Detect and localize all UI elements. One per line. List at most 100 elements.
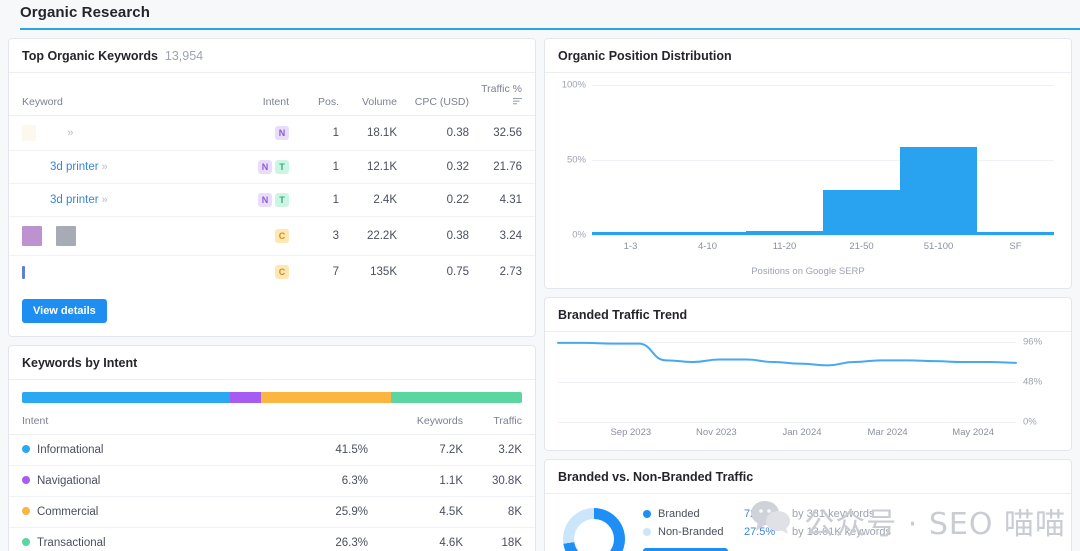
table-row[interactable]: 3d printer» NT 1 12.1K 0.32 21.76 [9,150,535,184]
card-title: Organic Position Distribution [558,49,732,63]
line-chart-x-axis: Sep 2023 Nov 2023 Jan 2024 Mar 2024 May 2024 [558,427,1016,438]
table-row[interactable]: » N 1 18.1K 0.38 32.56 [9,115,535,151]
intent-traffic-cell: 3.2K [463,434,535,466]
gridline [592,235,1054,236]
intent-segment [390,392,522,403]
y-axis-tick-label: 0% [1023,416,1037,428]
table-row[interactable]: Commercial 25.9% 4.5K 8K [9,496,535,528]
keywords-by-intent-header: Keywords by Intent [9,346,535,380]
cpc-cell: 0.75 [446,266,469,278]
keywords-by-intent-card: Keywords by Intent Intent Keywords Traff… [8,345,536,551]
top-organic-keywords-header: Top Organic Keywords 13,954 [9,39,535,73]
expand-chevron-icon[interactable]: » [102,194,108,206]
column-header-intent[interactable]: Intent [241,73,295,116]
view-details-button[interactable]: View details [22,299,107,323]
intent-cell: C [241,256,295,289]
bar-slot [900,85,977,235]
bar-21-50[interactable] [823,190,900,235]
x-axis-tick-label: SF [1009,241,1022,252]
sort-descending-icon[interactable] [513,96,522,108]
y-axis-tick-label: 48% [1023,376,1043,388]
column-header-traffic-label: Traffic % [481,83,522,95]
intent-segment [261,392,391,403]
keyword-count: 13,954 [164,49,204,63]
page-header: Organic Research [0,0,1080,30]
volume-cell: 22.2K [339,216,397,256]
keyword-cell[interactable] [9,216,241,256]
keywords-table: Keyword Intent Pos. Volume CPC (USD) Tra… [9,73,535,288]
traffic-cell: 21.76 [469,150,535,184]
legend-percent: 27.5% [744,526,776,538]
column-header-cpc[interactable]: CPC (USD) [397,73,469,116]
intent-label: Informational [37,444,104,456]
table-row[interactable]: C 7 135K 0.75 2.73 [9,256,535,289]
column-header-volume[interactable]: Volume [339,73,397,116]
keyword-cell[interactable] [9,256,241,289]
position-cell: 7 [332,266,339,278]
x-axis-tick-label: 1-3 [623,241,638,252]
intent-cell: N [241,115,295,151]
table-header-row: Keyword Intent Pos. Volume CPC (USD) Tra… [9,73,535,116]
x-axis-tick-label: 51-100 [923,241,954,252]
bar-4-10[interactable] [669,232,746,235]
bar-1-3[interactable] [592,232,669,235]
intent-traffic-cell: 18K [501,537,522,549]
x-axis-tick-label: Sep 2023 [610,427,652,438]
table-row[interactable]: Informational 41.5% 7.2K 3.2K [9,434,535,466]
bar-chart-plot: 0% 50% 100% [562,80,1054,241]
expand-chevron-icon[interactable]: » [67,127,73,139]
keyword-link[interactable]: 3d printer [50,161,99,173]
intent-name-cell: Informational [9,434,218,466]
column-header-pos[interactable]: Pos. [295,73,339,116]
table-row[interactable]: 3d printer» NT 1 2.4K 0.22 4.31 [9,183,535,217]
intent-badge-commercial: C [275,229,289,243]
table-row[interactable]: C 3 22.2K 0.38 3.24 [9,216,535,256]
keyword-cell[interactable]: 3d printer» [9,150,241,184]
cpc-cell: 0.32 [397,150,469,184]
intent-color-dot [22,445,30,453]
branded-traffic-trend-header: Branded Traffic Trend [545,298,1071,332]
right-column: Organic Position Distribution 0% 50% 100% … [544,38,1072,551]
column-header-traffic: Traffic [463,415,535,435]
intent-label: Commercial [37,506,99,518]
table-row[interactable]: Navigational 6.3% 1.1K 30.8K [9,465,535,497]
table-row[interactable]: Transactional 26.3% 4.6K 18K [9,528,535,551]
trend-line [558,342,1016,422]
intent-badge-navigational: N [258,160,272,174]
bar-chart-x-axis: 1-3 4-10 11-20 21-50 51-100 SF [592,241,1054,252]
bar-11-20[interactable] [746,230,823,235]
y-axis-tick-label: 96% [1023,336,1043,348]
intent-badge-transactional: T [275,193,289,207]
x-axis-tick-label: 11-20 [772,241,797,252]
intent-keywords-cell: 4.5K [368,496,463,528]
x-axis-tick-label: 21-50 [849,241,874,252]
position-distribution-chart: 0% 50% 100% 1-3 4-10 11-20 21-50 51-100 SF Posi… [545,73,1071,288]
intent-traffic-cell: 8K [463,496,535,528]
intent-label: Transactional [37,537,106,549]
bar-group [592,85,1054,235]
keyword-cell[interactable]: » [9,115,241,151]
intent-color-dot [22,507,30,515]
branded-vs-nonbranded-header: Branded vs. Non-Branded Traffic [545,460,1071,494]
branded-traffic-trend-chart: 0% 48% 96% Sep 2023 Nov 2023 Jan 2024 Mar 202… [545,332,1071,450]
bar-slot [746,85,823,235]
left-column: Top Organic Keywords 13,954 Keyword Inte… [8,38,536,551]
keyword-cell[interactable]: 3d printer» [9,183,241,217]
intent-badge-navigational: N [258,193,272,207]
intent-segment [22,392,230,403]
keyword-link[interactable]: 3d printer [50,194,99,206]
bar-51-100[interactable] [900,146,977,235]
column-header-traffic-pct[interactable]: Traffic % [469,73,535,116]
bar-SF[interactable] [977,232,1054,235]
redacted-block [22,226,42,246]
volume-cell: 135K [370,266,397,278]
table-header-row: Intent Keywords Traffic [9,415,535,435]
x-axis-tick-label: May 2024 [952,427,995,438]
bar-slot [823,85,900,235]
column-header-keyword[interactable]: Keyword [9,73,241,116]
intent-color-dot [22,476,30,484]
position-cell: 1 [295,183,339,217]
legend-row: Non-Branded 27.5% by 13.61K keywords [643,526,891,538]
bar-slot [592,85,669,235]
expand-chevron-icon[interactable]: » [102,161,108,173]
